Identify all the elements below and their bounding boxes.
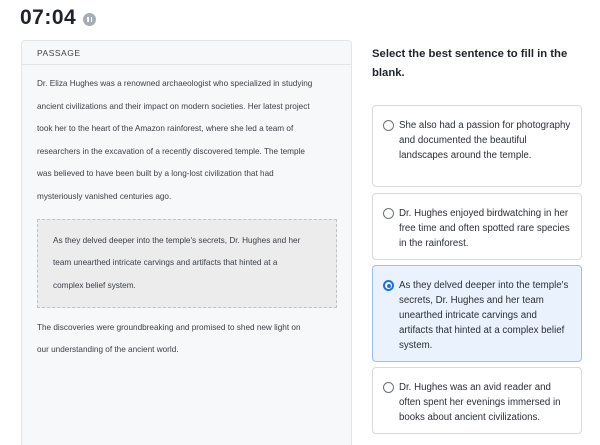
blank-sentence: As they delved deeper into the temple's … (53, 230, 321, 298)
timer-value: 07:04 (20, 6, 77, 29)
option-text: Dr. Hughes was an avid reader and often … (399, 382, 561, 424)
passage-line: The discoveries were groundbreaking and … (37, 322, 301, 332)
passage-line: ancient civilizations and their impact o… (37, 101, 310, 111)
answer-option-1[interactable]: She also had a passion for photography a… (372, 105, 582, 187)
radio-button-selected[interactable] (383, 280, 394, 291)
radio-button[interactable] (383, 120, 394, 131)
answer-option-4[interactable]: Dr. Hughes was an avid reader and often … (372, 367, 582, 434)
passage-body: Dr. Eliza Hughes was a renowned archaeol… (22, 65, 351, 362)
passage-line: Dr. Eliza Hughes was a renowned archaeol… (37, 79, 313, 88)
passage-line: was believed to have been built by a lon… (37, 169, 274, 179)
question-prompt: Select the best sentence to fill in the … (372, 48, 568, 79)
blank-line: team unearthed intricate carvings and ar… (53, 258, 278, 268)
option-text: She also had a passion for photography a… (399, 120, 571, 162)
passage-line: our understanding of the ancient world. (37, 345, 179, 355)
passage-header-label: PASSAGE (37, 47, 81, 58)
pause-icon[interactable] (83, 12, 97, 26)
passage-header: PASSAGE (22, 41, 351, 65)
passage-line: mysteriously vanished centuries ago. (37, 191, 172, 201)
radio-button[interactable] (383, 208, 394, 219)
option-text: Dr. Hughes enjoyed birdwatching in her f… (399, 208, 570, 250)
passage-paragraph-2: The discoveries were groundbreaking and … (37, 317, 336, 362)
passage-panel: PASSAGE Dr. Eliza Hughes was a renowned … (21, 40, 352, 445)
blank-sentence-box[interactable]: As they delved deeper into the temple's … (37, 218, 337, 308)
radio-button[interactable] (383, 382, 394, 393)
passage-line: researchers in the excavation of a recen… (37, 146, 305, 156)
answer-option-2[interactable]: Dr. Hughes enjoyed birdwatching in her f… (372, 193, 582, 260)
blank-line: As they delved deeper into the temple's … (53, 235, 301, 245)
timer: 07:04 (20, 6, 97, 30)
passage-line: took her to the heart of the Amazon rain… (37, 124, 294, 134)
passage-paragraph-1: Dr. Eliza Hughes was a renowned archaeol… (37, 73, 336, 209)
answer-option-3[interactable]: As they delved deeper into the temple's … (372, 265, 582, 362)
option-text: As they delved deeper into the temple's … (399, 280, 569, 352)
blank-line: complex belief system. (53, 280, 136, 290)
